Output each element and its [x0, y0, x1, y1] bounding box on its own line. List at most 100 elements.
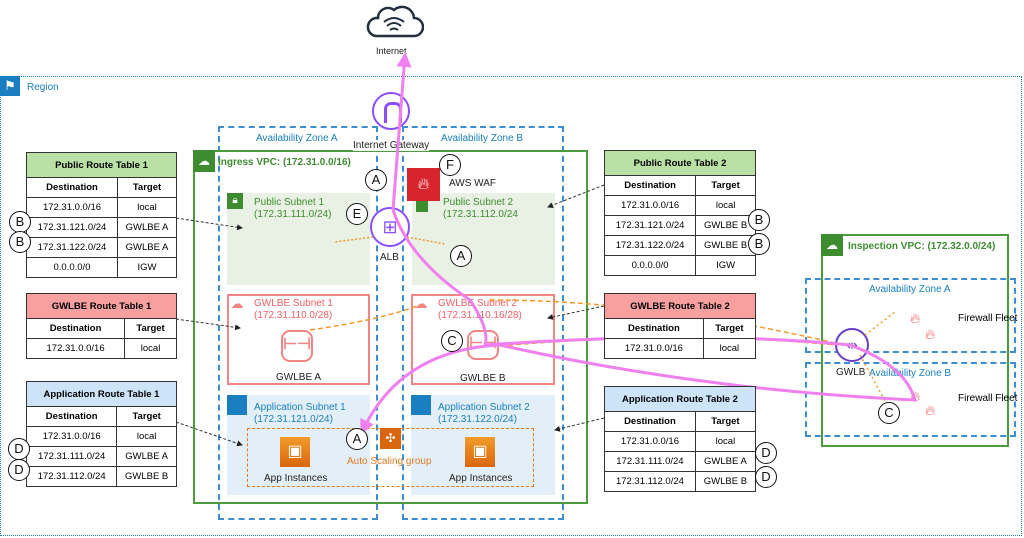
auto-scaling-group-label: Auto Scaling group	[347, 456, 432, 467]
table-cell: 172.31.0.0/16	[26, 197, 118, 218]
step-marker-d: D	[8, 459, 30, 481]
vpc-cloud-icon: ☁	[821, 234, 843, 256]
gwlb-label: GWLB	[836, 367, 866, 378]
application-subnet-1-label: Application Subnet 1 (172.31.121.0/24)	[254, 402, 346, 425]
gwlbe-subnet-2-label: GWLBE Subnet 2 (172.31.110.16/28)	[438, 298, 522, 321]
app-instances-2-label: App Instances	[449, 473, 513, 484]
alb-icon: ⊞	[370, 207, 410, 247]
table-cell: GWLBE B	[694, 471, 757, 492]
internet-cloud-icon	[366, 5, 424, 38]
gwlbe-a-label: GWLBE A	[276, 372, 322, 383]
step-marker-d: D	[755, 466, 777, 488]
firewall-fleet-a-label: Firewall Fleet	[958, 313, 1018, 324]
region-label: Region	[27, 82, 59, 93]
table-cell: 0.0.0.0/0	[26, 257, 118, 278]
table-cell: 172.31.0.0/16	[604, 338, 704, 359]
public-route-table-1: Public Route Table 1 Destination Target 1…	[26, 152, 177, 278]
step-marker-b: B	[9, 211, 31, 233]
application-subnet-2-label: Application Subnet 2 (172.31.122.0/24)	[438, 402, 530, 425]
firewall-fleet-b-label: Firewall Fleet	[958, 393, 1018, 404]
application-route-table-2: Application Route Table 2 Destination Tar…	[604, 386, 757, 492]
table-row: 172.31.0.0/16 local	[25, 338, 177, 359]
table-row: 172.31.0.0/16 local	[603, 195, 756, 216]
table-row: 172.31.0.0/16 local	[604, 338, 757, 359]
firewall-icon: 🔥︎	[910, 310, 921, 326]
column-header: Destination	[603, 175, 697, 196]
waf-label: AWS WAF	[449, 178, 497, 189]
inspection-az-b-label: Availability Zone B	[869, 368, 952, 379]
table-cell: GWLBE B	[695, 235, 756, 256]
table-cell: 172.31.111.0/24	[25, 446, 118, 467]
table-cell: 172.31.121.0/24	[603, 215, 697, 236]
table-row: 172.31.111.0/24 GWLBE A	[25, 446, 177, 467]
column-header: Target	[702, 318, 757, 339]
ec2-instance-icon: ▣	[280, 437, 310, 467]
table-cell: 172.31.0.0/16	[603, 195, 697, 216]
gwlb-icon: ⇹	[835, 328, 869, 362]
step-marker-a: A	[365, 169, 387, 191]
table-row: 172.31.121.0/24 GWLBE B	[603, 215, 756, 236]
table-row: 172.31.112.0/24 GWLBE B	[25, 466, 177, 487]
table-cell: GWLBE A	[117, 217, 177, 238]
table-row: 172.31.0.0/16 local	[26, 197, 177, 218]
table-cell: 172.31.121.0/24	[26, 217, 118, 238]
table-cell: local	[117, 197, 177, 218]
step-marker-b: B	[9, 231, 31, 253]
table-cell: local	[116, 426, 177, 447]
architecture-diagram: ⚑ Region Internet Availability Zone A Av…	[0, 0, 1024, 538]
lock-icon	[411, 395, 431, 415]
step-marker-b: B	[748, 209, 770, 231]
step-marker-c: C	[441, 330, 463, 352]
table-cell: 172.31.122.0/24	[603, 235, 697, 256]
column-header: Target	[694, 411, 757, 432]
column-header: Destination	[26, 177, 118, 198]
gwlbe-b-label: GWLBE B	[460, 373, 506, 384]
internet-gateway-label: Internet Gateway	[353, 140, 430, 151]
column-header: Destination	[25, 318, 126, 339]
step-marker-a: A	[450, 245, 472, 267]
table-cell: 172.31.112.0/24	[604, 471, 696, 492]
public-subnet-2-label: Public Subnet 2 (172.31.112.0/24	[443, 197, 518, 220]
app-instances-1-label: App Instances	[264, 473, 328, 484]
internet-label: Internet	[376, 46, 407, 56]
table-cell: local	[694, 431, 757, 452]
lock-icon	[416, 200, 428, 212]
column-header: Target	[124, 318, 177, 339]
step-marker-b: B	[748, 233, 770, 255]
firewall-icon: 🔥︎	[925, 326, 936, 342]
firewall-icon: 🔥︎	[910, 388, 921, 404]
waf-icon: 🔥︎	[407, 168, 440, 201]
column-header: Destination	[604, 411, 696, 432]
table-cell: GWLBE A	[694, 451, 757, 472]
inspection-vpc-title: Inspection VPC: (172.32.0.0/24)	[848, 241, 996, 252]
table-title: Public Route Table 2	[604, 150, 756, 176]
table-title: Application Route Table 1	[26, 381, 177, 407]
application-route-table-1: Application Route Table 1 Destination Tar…	[25, 381, 177, 487]
internet-gateway-icon	[372, 92, 410, 130]
step-marker-f: F	[439, 154, 461, 176]
table-row: 0.0.0.0/0 IGW	[26, 257, 177, 278]
table-cell: GWLBE A	[117, 237, 177, 258]
inspection-az-a-label: Availability Zone A	[869, 284, 951, 295]
step-marker-a: A	[346, 428, 368, 450]
table-title: Public Route Table 1	[26, 152, 177, 178]
table-cell: local	[695, 195, 756, 216]
table-cell: IGW	[117, 257, 177, 278]
table-cell: 172.31.0.0/16	[25, 338, 126, 359]
table-title: Application Route Table 2	[604, 386, 756, 412]
table-row: 172.31.111.0/24 GWLBE A	[604, 451, 757, 472]
table-row: 172.31.0.0/16 local	[604, 431, 757, 452]
column-header: Destination	[25, 406, 118, 427]
table-row: 172.31.122.0/24 GWLBE B	[603, 235, 756, 256]
table-cell: GWLBE B	[695, 215, 756, 236]
gwlbe-route-table-2: GWLBE Route Table 2 Destination Target 17…	[604, 293, 757, 359]
lock-icon: 🔒︎	[227, 193, 243, 209]
table-title: GWLBE Route Table 2	[604, 293, 756, 319]
table-row: 172.31.0.0/16 local	[25, 426, 177, 447]
region-flag-icon: ⚑	[0, 76, 20, 96]
table-row: 172.31.121.0/24 GWLBE A	[26, 217, 177, 238]
gwlb-endpoint-a-icon: ⊢⊣	[281, 330, 313, 362]
step-marker-d: D	[755, 442, 777, 464]
column-header: Destination	[604, 318, 704, 339]
table-cell: GWLBE A	[116, 446, 177, 467]
